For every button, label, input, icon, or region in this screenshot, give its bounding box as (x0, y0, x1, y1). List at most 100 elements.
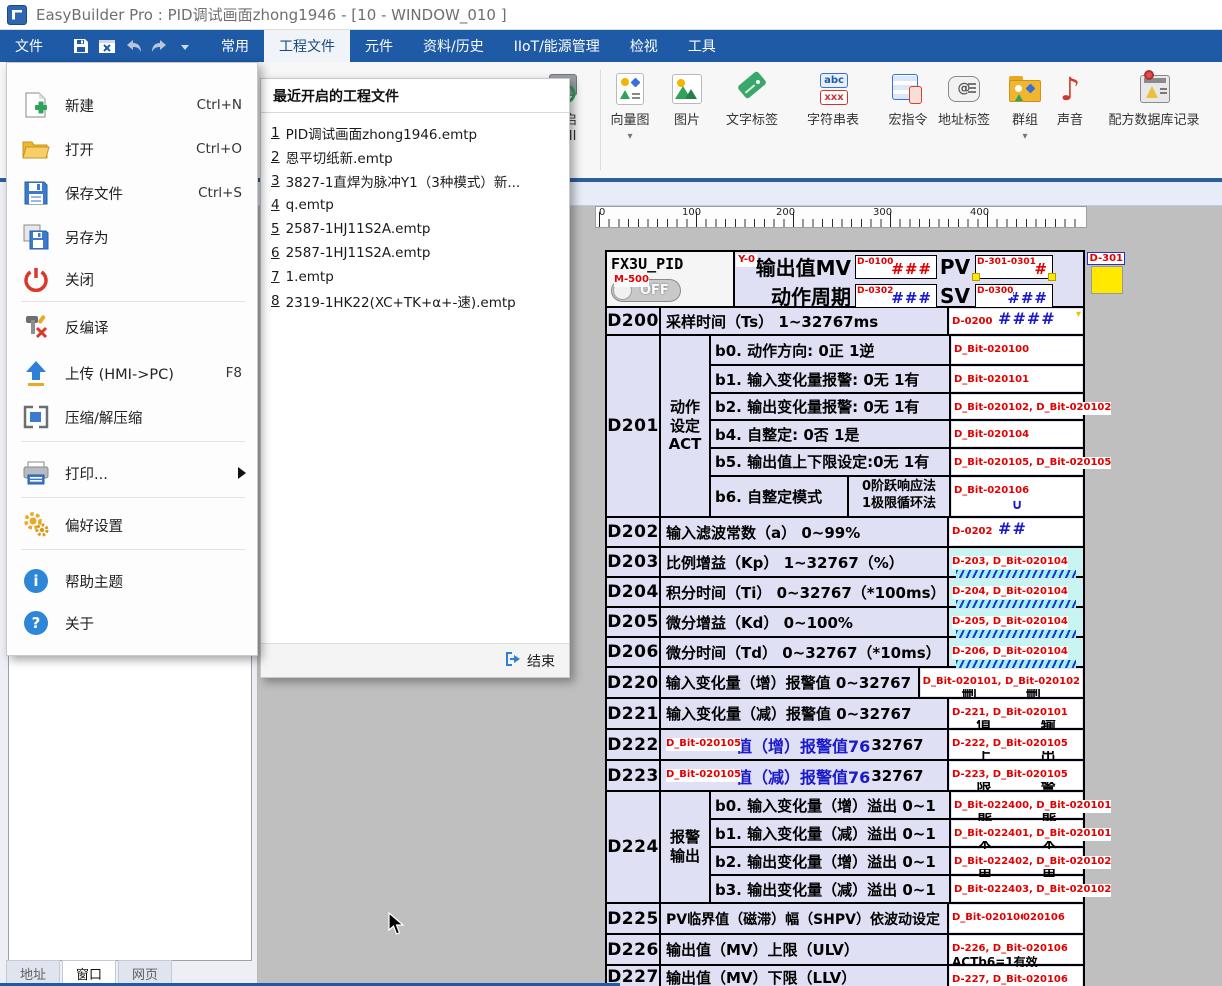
hmi-header-row: FX3U_PID Y-0 M-500 OFF 输出值MV D-0100 ### … (607, 252, 1083, 308)
recent-file-item[interactable]: 4q.emtp (271, 193, 559, 217)
selection-handle[interactable] (1048, 273, 1056, 281)
selection-caret: ▾ (1076, 309, 1081, 320)
ribbon-group[interactable]: 群组 ▾ (1003, 72, 1047, 142)
mv-value-object[interactable]: D-0100 ### (855, 255, 937, 279)
ribbon-recipe-database[interactable]: 配方数据库记录 (1095, 72, 1213, 129)
table-row-d227[interactable]: D227 输出值（MV）下限（LLV） D-227, D_Bit-020106 (607, 966, 1083, 986)
dock-tab-webpage[interactable]: 网页 (118, 960, 172, 983)
tab-view[interactable]: 检视 (615, 30, 673, 62)
table-row-d206[interactable]: D206 微分时间（Td） 0~32767（*10ms） D-206, D_Bi… (607, 638, 1083, 668)
recent-panel-footer: 结束 (261, 643, 569, 677)
ribbon-sound[interactable]: ♪ 声音 (1050, 72, 1090, 129)
recipe-database-icon (1136, 72, 1172, 108)
selection-handle[interactable] (972, 273, 980, 281)
string-table-icon: abc xxx (815, 72, 851, 108)
table-row-d204[interactable]: D204 积分时间（Ti） 0~32767（*100ms） D-204, D_B… (607, 578, 1083, 608)
file-menu-panel: 新建 Ctrl+N 打开 Ctrl+O 保存文件 Ctrl+S 另存为 关闭 反… (6, 62, 258, 656)
row-d201-b0[interactable]: b0. 动作方向: 0正 1逆 D_Bit-020100 (711, 336, 1083, 366)
menu-item-decompile[interactable]: 反编译 (7, 309, 257, 345)
menu-item-print[interactable]: 打印... (7, 455, 257, 491)
table-row-d226[interactable]: D226 输出值（MV）上限（ULV） D-226, D_Bit-020106 … (607, 935, 1083, 966)
table-row-d224[interactable]: D224 报警 输出 b0. 输入变化量（增）溢出 0~1 D_Bit-0224… (607, 792, 1083, 904)
row-d224-b0[interactable]: b0. 输入变化量（增）溢出 0~1 D_Bit-022400, D_Bit-0… (711, 792, 1083, 820)
tab-object[interactable]: 元件 (350, 30, 408, 62)
ribbon-address-tag[interactable]: @ 地址标签 (928, 72, 1000, 129)
menu-item-upload[interactable]: 上传 (HMI->PC) F8 (7, 355, 257, 391)
recent-file-item[interactable]: 82319-1HK22(XC+TK+α+-速).emtp (271, 289, 559, 313)
d301-address-tag: D-301 (1087, 252, 1125, 265)
undo-icon[interactable] (124, 37, 142, 55)
ribbon-vector-graph[interactable]: 向量图 ▾ (602, 72, 658, 142)
save-as-icon (22, 223, 50, 251)
menu-file[interactable]: 文件 (0, 30, 58, 62)
table-row-d223[interactable]: D223 D_Bit-020105 值（减）报警值76 32767 D-223,… (607, 761, 1083, 792)
run-toggle-switch[interactable]: M-500 OFF (611, 279, 681, 302)
save-file-icon (22, 179, 50, 207)
compile-window-icon[interactable] (98, 37, 116, 55)
ruler-tick-0: 0 (599, 207, 605, 218)
b6-mode-options: 0阶跃响应法 1极限循环法 (849, 477, 951, 516)
row-d201-b2[interactable]: b2. 输出变化量报警: 0无 1有 D_Bit-020102, D_Bit-0… (711, 394, 1083, 421)
table-row-d203[interactable]: D203 比例增益（Kp） 1~32767（%） D-203, D_Bit-02… (607, 548, 1083, 578)
table-row-d201[interactable]: D201 动作 设定 ACT b0. 动作方向: 0正 1逆 D_Bit-020… (607, 336, 1083, 518)
pv-value-object[interactable]: D-301-0301 # (975, 255, 1053, 279)
tab-tool[interactable]: 工具 (673, 30, 731, 62)
group-dropdown-icon[interactable]: ▾ (1003, 132, 1047, 142)
row-d201-b4[interactable]: b4. 自整定: 0否 1是 D_Bit-020104 (711, 421, 1083, 448)
toolbar-options-icon[interactable] (176, 37, 194, 55)
dock-tab-address[interactable]: 地址 (6, 960, 60, 983)
menu-item-about[interactable]: ? 关于 (7, 605, 257, 641)
recent-file-item[interactable]: 1PID调试画面zhong1946.emtp (271, 121, 559, 145)
print-icon (22, 459, 50, 487)
vector-graph-dropdown-icon[interactable]: ▾ (602, 132, 658, 142)
end-button[interactable]: 结束 (527, 651, 555, 671)
cycle-value-object[interactable]: D-0302 ### (855, 284, 937, 308)
recent-file-item[interactable]: 2恩平切纸新.emtp (271, 145, 559, 169)
table-row-d205[interactable]: D205 微分增益（Kd） 0~100% D-205, D_Bit-020104 (607, 608, 1083, 638)
redo-icon[interactable] (150, 37, 168, 55)
sound-note-icon: ♪ (1052, 72, 1088, 108)
table-row-d202[interactable]: D202 输入滤波常数（a） 0~99% D-0202 ## (607, 518, 1083, 548)
menu-item-new[interactable]: 新建 Ctrl+N (7, 87, 257, 123)
row-d224-b3[interactable]: b3. 输出变化量（减）溢出 0~1 D_Bit-022403, D_Bit-0… (711, 876, 1083, 902)
row-d224-b2[interactable]: b2. 输出变化量（增）溢出 0~1 D_Bit-022402, D_Bit-0… (711, 848, 1083, 876)
ribbon-text-label[interactable]: 文字标签 (716, 72, 788, 129)
table-row-d225[interactable]: D225 PV临界值（磁滞）幅（SHPV）依波动设定 D_Bit-0201060… (607, 904, 1083, 935)
ribbon-string-table[interactable]: abc xxx 字符串表 (795, 72, 871, 129)
ribbon-picture[interactable]: 图片 (665, 72, 709, 129)
menu-item-close[interactable]: 关闭 (7, 261, 257, 297)
recent-file-item[interactable]: 52587-1HJ11S2A.emtp (271, 217, 559, 241)
dock-tab-window[interactable]: 窗口 (62, 960, 116, 983)
table-row-d220[interactable]: D220 输入变化量（增）报警值 0~32767 D_Bit-020101, D… (607, 668, 1083, 699)
menu-item-help-topics[interactable]: i 帮助主题 (7, 563, 257, 599)
quick-access-toolbar (58, 30, 206, 62)
recent-file-item[interactable]: 33827-1直焊为脉冲Y1（3种模式）新... (271, 169, 559, 193)
recent-file-item[interactable]: 62587-1HJ11S2A.emtp (271, 241, 559, 265)
new-file-icon (22, 91, 50, 119)
plc-cell[interactable]: FX3U_PID Y-0 M-500 OFF (607, 252, 735, 306)
save-icon[interactable] (72, 37, 90, 55)
row-d201-b1[interactable]: b1. 输入变化量报警: 0无 1有 D_Bit-020101 (711, 366, 1083, 394)
row-d224-b1[interactable]: b1. 输入变化量（减）溢出 0~1 D_Bit-022401, D_Bit-0… (711, 820, 1083, 848)
tab-common[interactable]: 常用 (206, 30, 264, 62)
tab-iiot-energy[interactable]: IIoT/能源管理 (499, 30, 615, 62)
menu-item-compress[interactable]: 压缩/解压缩 (7, 399, 257, 435)
menu-item-open[interactable]: 打开 Ctrl+O (7, 131, 257, 167)
table-row-d200[interactable]: D200 采样时间（Ts） 1~32767ms D-0200 #### (607, 308, 1083, 336)
row-d201-b6[interactable]: b6. 自整定模式 0阶跃响应法 1极限循环法 D_Bit-020106 ∪ (711, 477, 1083, 516)
selected-object-box[interactable] (1091, 266, 1123, 294)
tab-project-file[interactable]: 工程文件 (264, 30, 350, 62)
table-row-d221[interactable]: D221 输入变化量（减）报警值 0~32767 D-221, D_Bit-02… (607, 699, 1083, 730)
table-row-d222[interactable]: D222 D_Bit-020105 值（增）报警值76 32767 D-222,… (607, 730, 1083, 761)
d201-group-label: 动作 设定 ACT (661, 336, 711, 516)
row-d201-b5[interactable]: b5. 输出值上下限设定:0无 1有 D_Bit-020105, D_Bit-0… (711, 449, 1083, 477)
ruler-tick-300: 300 (873, 207, 892, 218)
recent-file-item[interactable]: 71.emtp (271, 265, 559, 289)
menu-item-save-as[interactable]: 另存为 (7, 219, 257, 255)
menu-item-preferences[interactable]: 偏好设置 (7, 507, 257, 543)
macro-icon (890, 72, 926, 108)
tab-data-history[interactable]: 资料/历史 (408, 30, 499, 62)
menu-item-save[interactable]: 保存文件 Ctrl+S (7, 175, 257, 211)
pid-parameter-table[interactable]: FX3U_PID Y-0 M-500 OFF 输出值MV D-0100 ### … (605, 250, 1085, 986)
sv-value-object[interactable]: D-0300 ### (975, 284, 1053, 308)
